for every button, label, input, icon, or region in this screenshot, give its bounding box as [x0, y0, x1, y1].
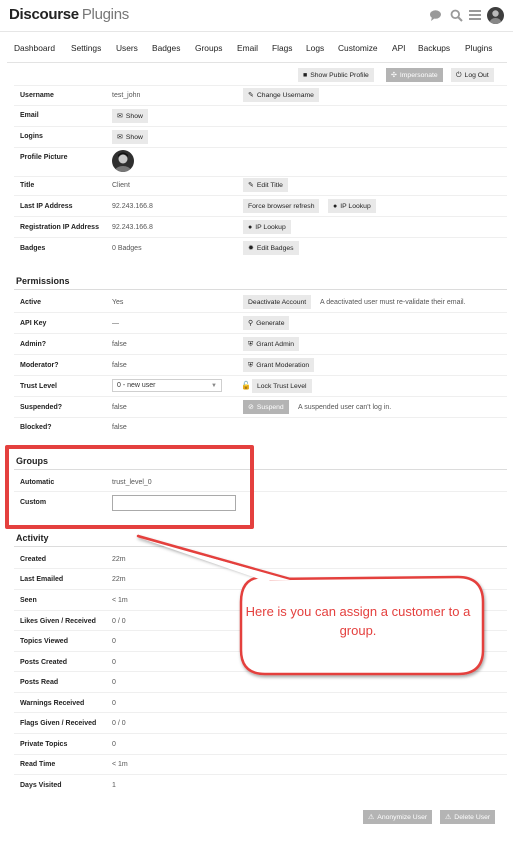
callout-text: Here is you can assign a customer to a g…: [245, 604, 471, 638]
callout-bubble: [136, 534, 485, 676]
